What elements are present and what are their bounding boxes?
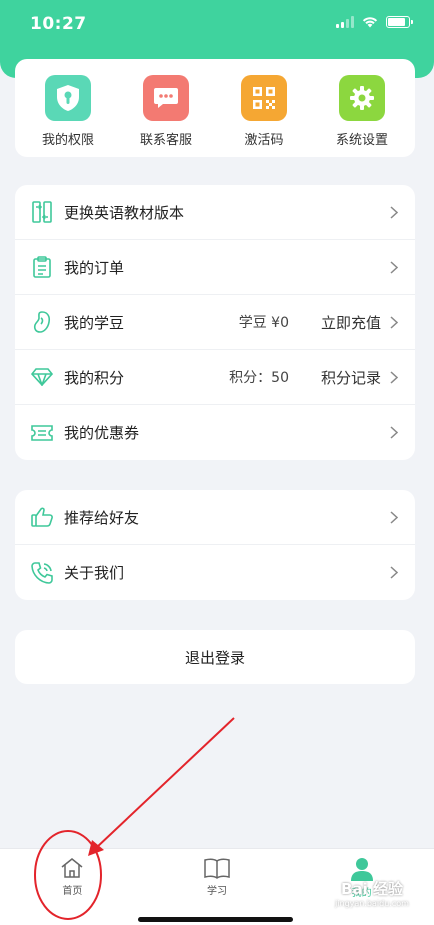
menu-label-about: 关于我们 — [64, 564, 125, 582]
chevron-right-icon — [389, 510, 399, 524]
recharge-link[interactable]: 立即充值 — [321, 312, 381, 333]
quick-label-settings: 系统设置 — [335, 133, 388, 148]
book-icon — [204, 858, 230, 879]
menu-item-coupons[interactable]: 我的优惠券 — [15, 405, 415, 460]
tab-label-study: 学习 — [206, 886, 227, 897]
points-balance: 积分：50 — [229, 370, 289, 386]
watermark-main: Bai 经验 — [341, 880, 403, 898]
quick-actions-card: 我的权限 联系客服 激活码 系统设置 — [15, 59, 415, 157]
chat-icon — [143, 75, 189, 121]
clipboard-icon — [31, 256, 53, 278]
points-history-link[interactable]: 积分记录 — [321, 367, 381, 388]
menu-item-study-beans[interactable]: 我的学豆 学豆 ¥0 立即充值 — [15, 295, 415, 350]
menu-label-study-beans: 我的学豆 — [64, 313, 125, 332]
quick-label-privilege: 我的权限 — [41, 133, 94, 148]
phone-icon — [31, 561, 53, 584]
menu-label-orders: 我的订单 — [64, 258, 125, 277]
watermark-sub: jingyan.baidu.com — [335, 899, 409, 908]
gear-icon — [339, 75, 385, 121]
quick-label-activation-code: 激活码 — [244, 133, 284, 148]
study-beans-balance: 学豆 ¥0 — [238, 315, 289, 331]
signal-icon — [336, 16, 354, 28]
status-bar: 10:27 — [0, 0, 434, 48]
wifi-icon — [362, 17, 378, 28]
bean-icon — [31, 311, 53, 333]
chevron-right-icon — [389, 426, 399, 440]
tab-home[interactable]: 首页 — [32, 849, 112, 925]
menu-item-about[interactable]: 关于我们 — [15, 545, 415, 600]
quick-item-activation-code[interactable]: 激活码 — [219, 75, 309, 157]
account-menu-card: 更换英语教材版本 我的订单 我的学豆 学豆 ¥0 立即充值 我的积分 积分：50… — [15, 185, 415, 460]
chevron-right-icon — [389, 566, 399, 580]
quick-item-privilege[interactable]: 我的权限 — [23, 75, 113, 157]
menu-label-recommend: 推荐给好友 — [64, 508, 140, 527]
tab-study[interactable]: 学习 — [177, 849, 257, 925]
menu-item-change-textbook[interactable]: 更换英语教材版本 — [15, 185, 415, 240]
menu-label-points: 我的积分 — [64, 368, 125, 387]
thumbs-up-icon — [31, 506, 53, 528]
ticket-icon — [31, 422, 53, 444]
tab-label-home: 首页 — [62, 886, 83, 897]
status-icons — [336, 16, 413, 28]
chevron-right-icon — [389, 260, 399, 274]
qrcode-icon — [241, 75, 287, 121]
quick-item-customer-service[interactable]: 联系客服 — [121, 75, 211, 157]
shield-icon — [45, 75, 91, 121]
logout-button[interactable]: 退出登录 — [15, 630, 415, 684]
share-menu-card: 推荐给好友 关于我们 — [15, 490, 415, 600]
annotation-arrow — [95, 717, 235, 849]
chevron-right-icon — [389, 370, 399, 384]
menu-item-recommend[interactable]: 推荐给好友 — [15, 490, 415, 545]
menu-item-orders[interactable]: 我的订单 — [15, 240, 415, 295]
chevron-right-icon — [389, 315, 399, 329]
swap-icon — [31, 201, 53, 223]
quick-label-customer-service: 联系客服 — [139, 133, 192, 148]
menu-item-points[interactable]: 我的积分 积分：50 积分记录 — [15, 350, 415, 405]
watermark: Bai 经验 jingyan.baidu.com — [322, 878, 422, 916]
home-indicator — [138, 917, 293, 922]
menu-label-coupons: 我的优惠券 — [64, 424, 140, 442]
home-icon — [61, 858, 83, 878]
diamond-icon — [31, 366, 53, 388]
status-time: 10:27 — [30, 14, 87, 34]
menu-label-change-textbook: 更换英语教材版本 — [64, 203, 185, 222]
battery-icon — [386, 16, 413, 28]
logout-label: 退出登录 — [184, 648, 245, 667]
quick-item-settings[interactable]: 系统设置 — [317, 75, 407, 157]
chevron-right-icon — [389, 205, 399, 219]
